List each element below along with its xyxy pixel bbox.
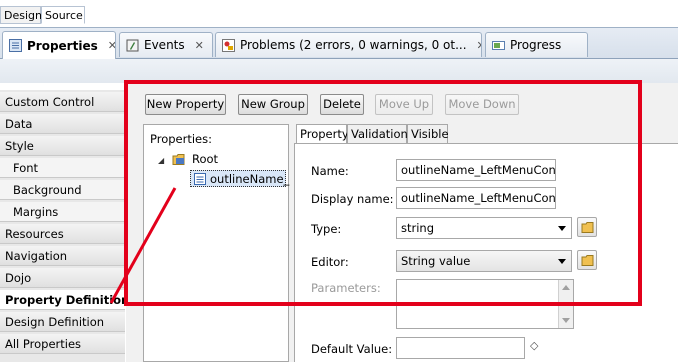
- annotation-arrow-line: [109, 187, 177, 304]
